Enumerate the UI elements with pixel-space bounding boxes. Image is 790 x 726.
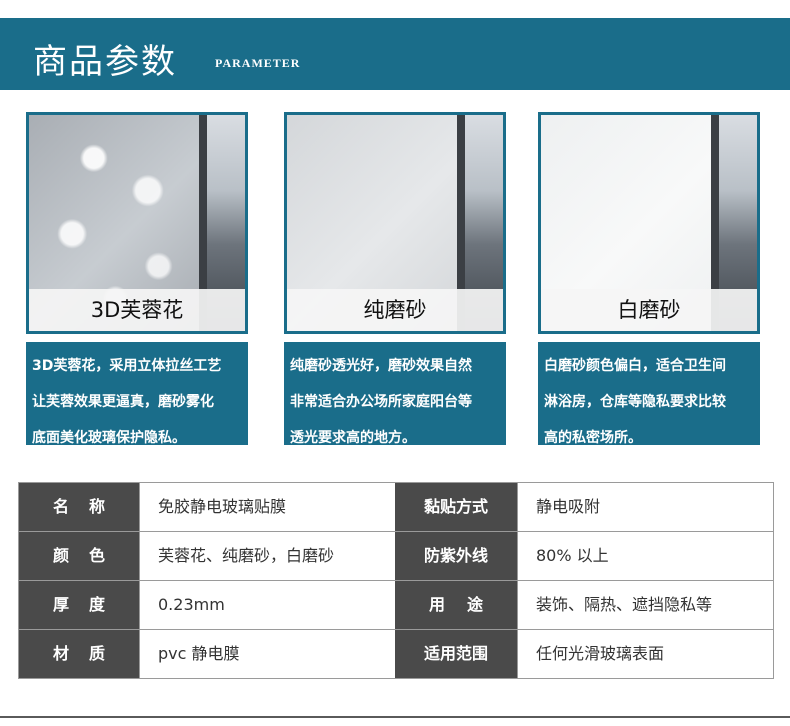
product-card-pure-frosted: 纯磨砂 纯磨砂透光好，磨砂效果自然 非常适合办公场所家庭阳台等 透光要求高的地方… <box>284 112 506 446</box>
row-header: 颜 色 <box>19 532 139 580</box>
table-row: 厚 度 0.23mm 用 途 装饰、隔热、遮挡隐私等 <box>19 580 773 629</box>
product-card-white-frosted: 白磨砂 白磨砂颜色偏白，适合卫生间 淋浴房，仓库等隐私要求比较 高的私密场所。 <box>538 112 760 446</box>
row-header: 适用范围 <box>395 630 517 678</box>
section-title: 商品参数 <box>33 42 177 82</box>
product-description: 3D芙蓉花，采用立体拉丝工艺 让芙蓉效果更逼真，磨砂雾化 底面美化玻璃保护隐私。 <box>26 342 248 446</box>
row-value: 静电吸附 <box>517 483 773 531</box>
product-card-floral: 3D芙蓉花 3D芙蓉花，采用立体拉丝工艺 让芙蓉效果更逼真，磨砂雾化 底面美化玻… <box>26 112 248 446</box>
row-header: 名 称 <box>19 483 139 531</box>
description-line: 白磨砂颜色偏白，适合卫生间 <box>544 358 726 374</box>
product-description: 纯磨砂透光好，磨砂效果自然 非常适合办公场所家庭阳台等 透光要求高的地方。 <box>284 342 506 446</box>
product-photo: 3D芙蓉花 <box>26 112 248 334</box>
product-photo: 白磨砂 <box>538 112 760 334</box>
header-char: 材 <box>53 644 70 663</box>
product-label: 3D芙蓉花 <box>29 289 245 331</box>
table-row: 材 质 pvc 静电膜 适用范围 任何光滑玻璃表面 <box>19 629 773 678</box>
row-header: 厚 度 <box>19 581 139 629</box>
description-line: 高的私密场所。 <box>544 430 642 446</box>
description-line: 淋浴房，仓库等隐私要求比较 <box>544 394 726 410</box>
header-char: 途 <box>466 595 483 614</box>
row-value: pvc 静电膜 <box>139 630 395 678</box>
header-char: 称 <box>88 497 105 516</box>
header-char: 度 <box>88 595 105 614</box>
header-char: 厚 <box>53 595 70 614</box>
product-photo: 纯磨砂 <box>284 112 506 334</box>
row-value: 装饰、隔热、遮挡隐私等 <box>517 581 773 629</box>
parameter-table: 名 称 免胶静电玻璃贴膜 黏贴方式 静电吸附 颜 色 芙蓉花、纯磨砂，白磨砂 防… <box>18 482 774 679</box>
row-value: 芙蓉花、纯磨砂，白磨砂 <box>139 532 395 580</box>
description-line: 3D芙蓉花，采用立体拉丝工艺 <box>32 358 222 374</box>
row-header: 防紫外线 <box>395 532 517 580</box>
section-banner: 商品参数 PARAMETER <box>0 18 790 90</box>
header-char: 质 <box>88 644 105 663</box>
description-line: 底面美化玻璃保护隐私。 <box>32 430 186 446</box>
row-header: 用 途 <box>395 581 517 629</box>
bottom-divider <box>0 716 790 718</box>
header-char: 色 <box>88 546 105 565</box>
row-value: 80% 以上 <box>517 532 773 580</box>
header-char: 名 <box>53 497 70 516</box>
product-description: 白磨砂颜色偏白，适合卫生间 淋浴房，仓库等隐私要求比较 高的私密场所。 <box>538 342 760 446</box>
table-row: 颜 色 芙蓉花、纯磨砂，白磨砂 防紫外线 80% 以上 <box>19 531 773 580</box>
row-value: 任何光滑玻璃表面 <box>517 630 773 678</box>
row-header: 黏贴方式 <box>395 483 517 531</box>
description-line: 非常适合办公场所家庭阳台等 <box>290 394 472 410</box>
row-header: 材 质 <box>19 630 139 678</box>
product-label: 白磨砂 <box>541 289 757 331</box>
description-line: 纯磨砂透光好，磨砂效果自然 <box>290 358 472 374</box>
top-margin <box>0 0 790 18</box>
header-char: 颜 <box>53 546 70 565</box>
row-value: 免胶静电玻璃贴膜 <box>139 483 395 531</box>
header-char: 用 <box>429 595 446 614</box>
description-line: 让芙蓉效果更逼真，磨砂雾化 <box>32 394 214 410</box>
row-value: 0.23mm <box>139 581 395 629</box>
product-label: 纯磨砂 <box>287 289 503 331</box>
description-line: 透光要求高的地方。 <box>290 430 416 446</box>
table-row: 名 称 免胶静电玻璃贴膜 黏贴方式 静电吸附 <box>19 483 773 531</box>
section-subtitle: PARAMETER <box>215 56 301 70</box>
